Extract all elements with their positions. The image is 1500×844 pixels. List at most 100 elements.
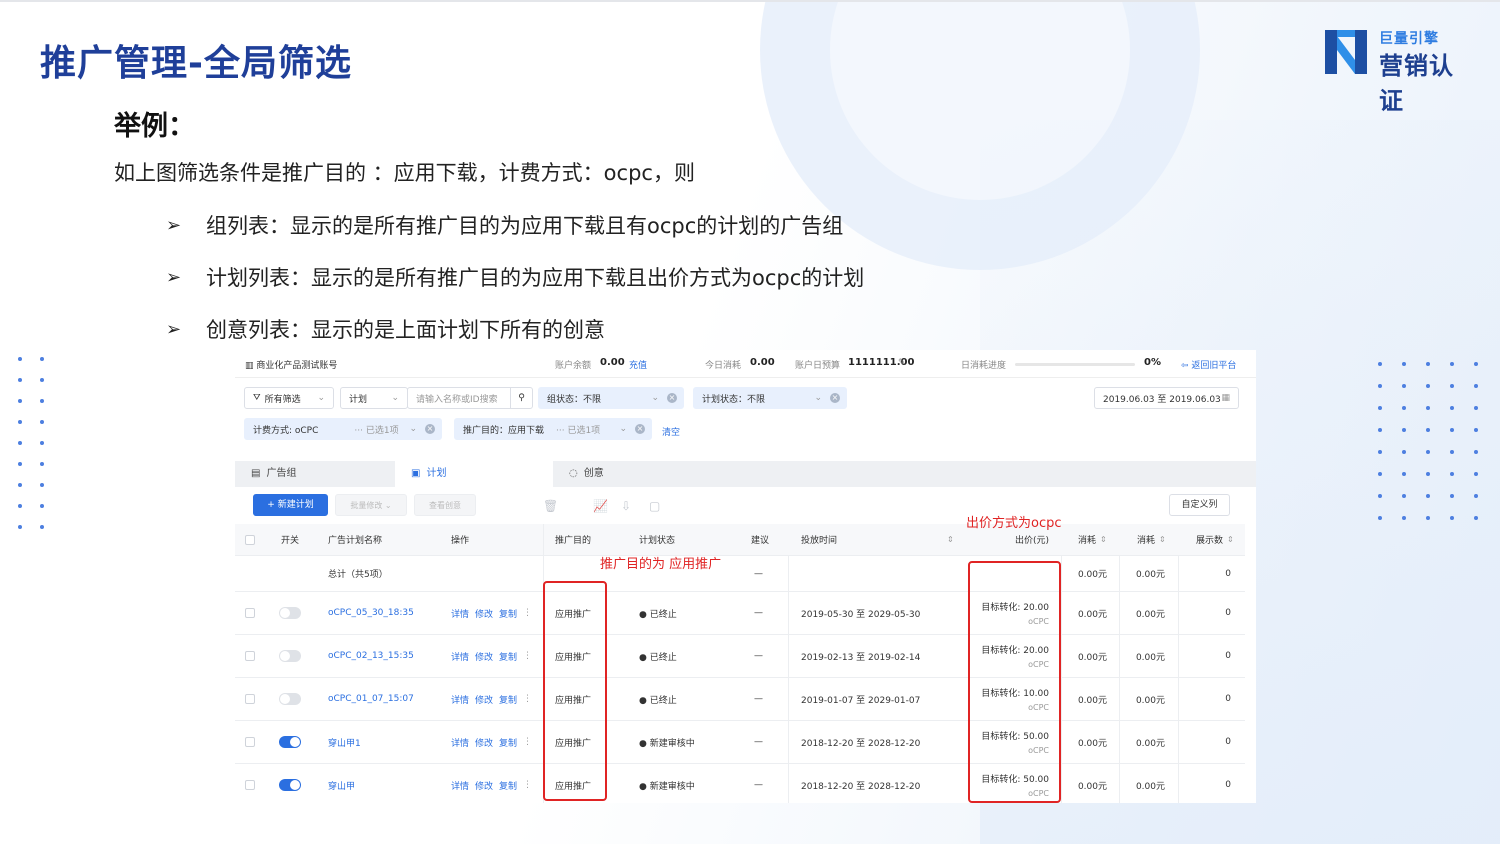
plan-name-link[interactable]: 穿山甲1: [328, 721, 361, 763]
plan-name-link[interactable]: oCPC_02_13_15:35: [328, 635, 414, 677]
table-row: oCPC_02_13_15:35 详情 修改 复制 ⋮ 应用推广 ● 已终止 —2019-02…: [235, 635, 1245, 678]
group-icon: ▤: [251, 468, 261, 479]
row-checkbox[interactable]: [245, 592, 255, 634]
row-status: ● 已终止: [639, 652, 677, 663]
account-bar: ▥ 商业化产品测试账号 账户余额 0.00 充值 今日消耗 0.00 账户日预算…: [235, 350, 1256, 378]
detail-link[interactable]: 详情: [451, 779, 469, 792]
header-purpose: 推广目的: [555, 536, 592, 546]
row-checkbox[interactable]: [245, 764, 255, 803]
header-period[interactable]: 投放时间 ⇕: [801, 524, 954, 555]
total-impressions: 0: [1225, 568, 1231, 579]
plan-icon: ▣: [411, 468, 421, 479]
header-plan-name: 广告计划名称: [328, 536, 383, 546]
lead-text: 如上图筛选条件是推广目的 ：应用下载，计费方式：ocpc，则: [114, 161, 695, 185]
detail-link[interactable]: 详情: [451, 736, 469, 749]
daily-budget-label: 账户日预算: [795, 361, 841, 371]
row-switch[interactable]: [279, 764, 301, 803]
daily-progress-value: 0%: [1144, 357, 1161, 368]
close-icon[interactable]: ×: [635, 424, 645, 434]
arrowhead-bullet-icon: ➢: [166, 214, 182, 236]
edit-link[interactable]: 修改: [475, 736, 493, 749]
custom-columns-button[interactable]: 自定义列: [1169, 494, 1230, 516]
plan-name-link[interactable]: oCPC_01_07_15:07: [328, 678, 414, 720]
copy-link[interactable]: 复制: [499, 693, 517, 706]
row-switch[interactable]: [279, 678, 301, 720]
view-creative-button[interactable]: 查看创意: [414, 494, 476, 516]
group-status-filter[interactable]: 组状态：不限 ⌄ ×: [538, 387, 684, 409]
new-plan-button[interactable]: + 新建计划: [253, 494, 328, 516]
header-cost-2[interactable]: 消耗 ⇕: [1137, 524, 1166, 555]
edit-link[interactable]: 修改: [475, 779, 493, 792]
idea-icon: ◌: [569, 468, 578, 479]
tab-ad-group[interactable]: ▤ 广告组: [235, 461, 395, 487]
all-filters-dropdown[interactable]: ⛛ 所有筛选 ⌄: [244, 387, 334, 409]
plan-name-link[interactable]: 穿山甲: [328, 764, 355, 803]
more-icon[interactable]: ⋮: [523, 737, 532, 747]
header-switch: 开关: [281, 536, 300, 546]
edit-pencil-icon[interactable]: ✎: [898, 358, 906, 368]
edit-link[interactable]: 修改: [475, 607, 493, 620]
plan-type-select[interactable]: 计划 ⌄: [340, 387, 408, 409]
header-impressions[interactable]: 展示数 ⇕: [1196, 524, 1234, 555]
row-actions: 详情 修改 复制 ⋮: [451, 592, 532, 634]
table-row: 穿山甲1 详情 修改 复制 ⋮ 应用推广 ● 新建审核中 —2018-12-20 至 2028…: [235, 721, 1245, 764]
bullet-item: ➢ 创意列表：显示的是上面计划下所有的创意: [166, 314, 605, 344]
close-icon[interactable]: ×: [830, 393, 840, 403]
delete-icon[interactable]: 🗑: [543, 499, 558, 513]
more-icon[interactable]: ⋮: [523, 780, 532, 790]
copy-icon[interactable]: ▢: [649, 499, 660, 513]
purpose-filter[interactable]: 推广目的：应用下载 ··· 已选1项 ⌄ ×: [454, 418, 652, 440]
row-actions: 详情 修改 复制 ⋮: [451, 635, 532, 677]
edit-link[interactable]: 修改: [475, 650, 493, 663]
row-switch[interactable]: [279, 635, 301, 677]
search-icon[interactable]: ⚲: [510, 388, 532, 408]
daily-progress-label: 日消耗进度: [961, 361, 1007, 371]
billing-filter[interactable]: 计费方式: oCPC ··· 已选1项 ⌄ ×: [244, 418, 442, 440]
copy-link[interactable]: 复制: [499, 607, 517, 620]
row-suggestion: —: [754, 608, 763, 618]
detail-link[interactable]: 详情: [451, 650, 469, 663]
row-switch[interactable]: [279, 721, 301, 763]
copy-link[interactable]: 复制: [499, 736, 517, 749]
clear-filters-link[interactable]: 清空: [662, 425, 680, 438]
recharge-link[interactable]: 充值: [629, 358, 647, 371]
row-cost-2: 0.00元: [1135, 738, 1165, 749]
tab-plan[interactable]: ▣ 计划: [395, 461, 553, 487]
today-cost-value: 0.00: [750, 357, 775, 368]
chart-icon[interactable]: 📈: [593, 499, 608, 513]
row-impressions: 0: [1225, 780, 1231, 790]
copy-link[interactable]: 复制: [499, 650, 517, 663]
more-icon[interactable]: ⋮: [523, 651, 532, 661]
search-input[interactable]: 请输入名称或ID搜索 ⚲: [407, 387, 533, 409]
detail-link[interactable]: 详情: [451, 607, 469, 620]
plan-status-filter[interactable]: 计划状态：不限 ⌄ ×: [693, 387, 847, 409]
row-checkbox[interactable]: [245, 721, 255, 763]
detail-link[interactable]: 详情: [451, 693, 469, 706]
total-cost-1: 0.00元: [1077, 570, 1107, 580]
row-switch[interactable]: [279, 592, 301, 634]
plan-name-link[interactable]: oCPC_05_30_18:35: [328, 592, 414, 634]
embedded-ui-screenshot: ▥ 商业化产品测试账号 账户余额 0.00 充值 今日消耗 0.00 账户日预算…: [235, 350, 1256, 803]
chevron-down-icon: ⌄: [317, 393, 325, 403]
arrowhead-bullet-icon: ➢: [166, 318, 182, 340]
copy-link[interactable]: 复制: [499, 779, 517, 792]
close-icon[interactable]: ×: [667, 393, 677, 403]
date-range-picker[interactable]: 2019.06.03 至 2019.06.03 ▦: [1094, 387, 1239, 409]
sort-icon: ⇕: [1100, 535, 1107, 544]
sort-icon: ⇕: [1227, 535, 1234, 544]
header-actions: 操作: [451, 536, 470, 546]
more-icon[interactable]: ⋮: [523, 694, 532, 704]
header-cost-1[interactable]: 消耗 ⇕: [1078, 524, 1107, 555]
edit-link[interactable]: 修改: [475, 693, 493, 706]
batch-edit-button[interactable]: 批量修改 ⌄: [335, 494, 407, 516]
close-icon[interactable]: ×: [425, 424, 435, 434]
download-icon[interactable]: ⇩: [621, 499, 631, 513]
row-checkbox[interactable]: [245, 635, 255, 677]
tab-creative[interactable]: ◌ 创意: [553, 461, 713, 487]
more-icon[interactable]: ⋮: [523, 608, 532, 618]
chevron-down-icon: ⌄: [391, 393, 399, 403]
select-all-checkbox[interactable]: [245, 524, 255, 555]
row-checkbox[interactable]: [245, 678, 255, 720]
back-old-platform-link[interactable]: ⇦ 返回旧平台: [1181, 358, 1236, 371]
table-toolbar: + 新建计划 批量修改 ⌄ 查看创意 🗑 📈 ⇩ ▢ 自定义列: [235, 487, 1256, 523]
